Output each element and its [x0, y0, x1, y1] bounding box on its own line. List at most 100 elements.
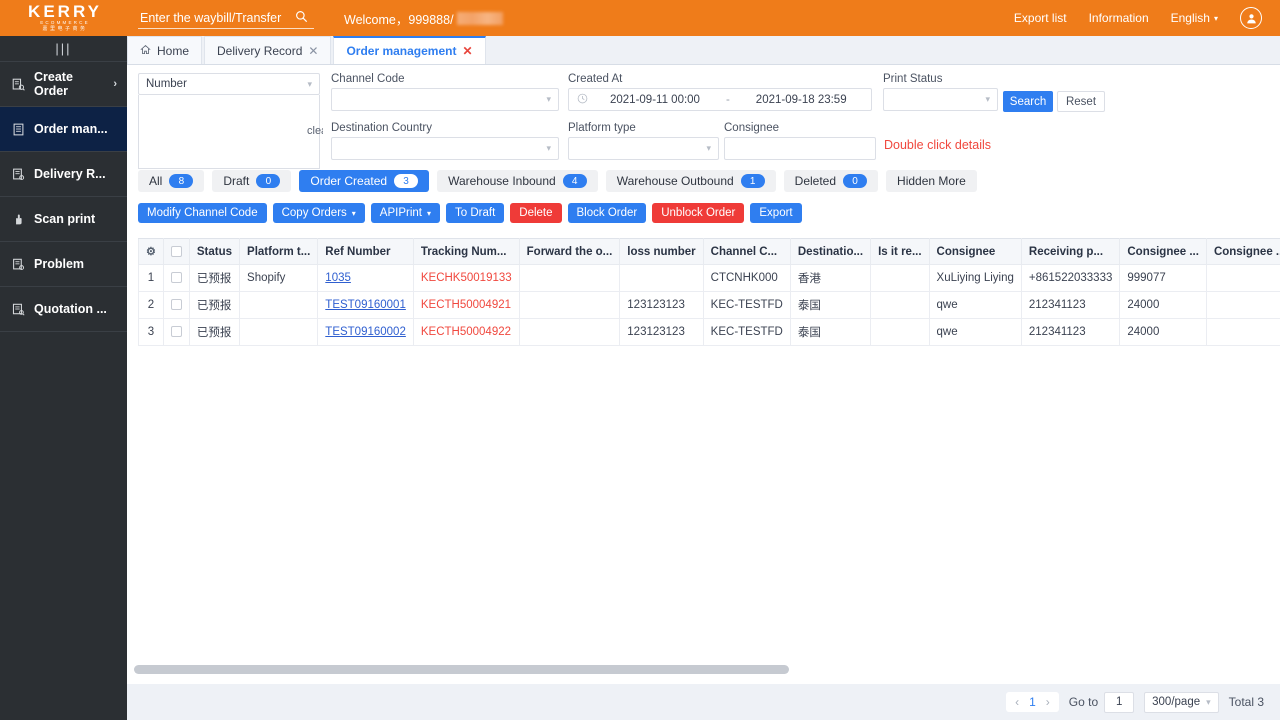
- row-select-cell[interactable]: [162, 291, 190, 319]
- column-header-receiving_phone[interactable]: Receiving p...: [1020, 238, 1121, 265]
- channel-code-select[interactable]: ▾: [331, 88, 559, 111]
- column-header-status[interactable]: Status: [188, 238, 241, 265]
- page-size-select[interactable]: 300/page ▾: [1144, 691, 1219, 713]
- status-tab-deleted[interactable]: Deleted 0: [783, 170, 879, 192]
- orders-table-container: ⚙ Status Platform t... Ref Number Tracking N…: [138, 238, 1280, 658]
- cell-ref_number: TEST09160001: [317, 291, 414, 319]
- sidebar-item-order-management-label: Order man...: [34, 122, 108, 136]
- redacted-username: [456, 11, 503, 25]
- row-checkbox[interactable]: [170, 326, 182, 338]
- export-button[interactable]: Export: [750, 203, 802, 223]
- modify-channel-code-button[interactable]: Modify Channel Code: [138, 203, 267, 223]
- chevron-left-icon[interactable]: ‹: [1015, 695, 1019, 709]
- print-status-select[interactable]: ▾: [883, 88, 998, 111]
- sidebar-item-order-management[interactable]: Order man...: [0, 107, 127, 152]
- ref-number-link[interactable]: TEST09160002: [325, 326, 406, 338]
- sidebar-item-create-order[interactable]: Create Order ›: [0, 62, 127, 107]
- horizontal-scrollbar[interactable]: [134, 663, 1280, 677]
- gear-icon[interactable]: ⚙: [146, 246, 156, 258]
- copy-orders-button[interactable]: Copy Orders ▾: [272, 203, 365, 223]
- column-header-consignee_3[interactable]: Consignee ...: [1205, 238, 1280, 265]
- scrollbar-thumb[interactable]: [134, 665, 789, 674]
- logo-chinese-text: 嘉里电子商务: [42, 25, 88, 32]
- column-header-platform_type[interactable]: Platform t...: [239, 238, 319, 265]
- sidebar-item-scan-print[interactable]: Scan print: [0, 197, 127, 242]
- waybill-search-input[interactable]: [138, 10, 288, 25]
- block-order-button[interactable]: Block Order: [567, 203, 647, 223]
- orders-table: ⚙ Status Platform t... Ref Number Tracking N…: [138, 238, 1280, 346]
- nav-export-list[interactable]: Export list: [1014, 11, 1067, 25]
- nav-information[interactable]: Information: [1089, 11, 1149, 25]
- search-button[interactable]: Search: [1003, 91, 1053, 112]
- column-header-consignee_2[interactable]: Consignee ...: [1119, 238, 1207, 265]
- destination-country-select[interactable]: ▾: [331, 137, 559, 160]
- created-at-daterange[interactable]: 2021-09-11 00:00 - 2021-09-18 23:59: [568, 88, 872, 111]
- daterange-separator: -: [725, 93, 730, 106]
- row-checkbox[interactable]: [170, 299, 182, 311]
- unblock-order-button[interactable]: Unblock Order: [652, 203, 745, 223]
- tab-home[interactable]: Home: [127, 36, 203, 64]
- cell-tracking_number: KECTH50004921: [412, 291, 520, 319]
- column-header-loss_number[interactable]: loss number: [619, 238, 704, 265]
- number-type-select[interactable]: Number ▾: [138, 73, 320, 95]
- close-icon[interactable]: ✕: [462, 44, 472, 58]
- sidebar-item-delivery-record[interactable]: Delivery R...: [0, 152, 127, 197]
- sidebar-item-quotation[interactable]: Quotation ...: [0, 287, 127, 332]
- cell-receiving_phone: 212341123: [1020, 318, 1121, 346]
- column-header-is_it_returned[interactable]: Is it re...: [870, 238, 930, 265]
- reset-button[interactable]: Reset: [1057, 91, 1105, 112]
- ref-number-link[interactable]: TEST09160001: [325, 299, 406, 311]
- column-header-destination[interactable]: Destinatio...: [789, 238, 872, 265]
- ref-number-link[interactable]: 1035: [325, 272, 351, 284]
- number-textarea[interactable]: [138, 95, 320, 169]
- table-header-row: ⚙ Status Platform t... Ref Number Tracking N…: [138, 238, 1280, 265]
- user-avatar-icon[interactable]: [1240, 7, 1262, 29]
- table-row[interactable]: 1 已预报 Shopify 1035 KECHK50019133 CTCNHK000 香港 X…: [138, 264, 1280, 292]
- waybill-search-box[interactable]: [138, 7, 314, 29]
- cell-forward_the_order: [518, 318, 621, 346]
- cell-channel_code: CTCNHK000: [702, 264, 791, 292]
- close-icon[interactable]: ✕: [308, 44, 318, 58]
- status-tab-all[interactable]: All 8: [138, 170, 205, 192]
- row-checkbox[interactable]: [170, 272, 182, 284]
- column-header-consignee[interactable]: Consignee: [928, 238, 1022, 265]
- status-tab-warehouse-inbound[interactable]: Warehouse Inbound 4: [437, 170, 598, 192]
- sidebar-item-problem[interactable]: Problem: [0, 242, 127, 287]
- tab-delivery-record[interactable]: Delivery Record ✕: [204, 36, 332, 64]
- column-header-channel_code[interactable]: Channel C...: [702, 238, 791, 265]
- select-all-checkbox[interactable]: [170, 245, 182, 257]
- platform-type-select[interactable]: ▾: [568, 137, 719, 160]
- nav-language-selector[interactable]: English ▾: [1171, 11, 1218, 25]
- cell-status: 已预报: [188, 291, 241, 319]
- to-draft-button[interactable]: To Draft: [446, 203, 505, 223]
- apiprint-button[interactable]: APIPrint ▾: [370, 203, 440, 223]
- row-select-cell[interactable]: [162, 264, 190, 292]
- status-tab-draft[interactable]: Draft 0: [212, 170, 292, 192]
- cell-consignee_3: [1205, 318, 1280, 346]
- column-header-ref_number[interactable]: Ref Number: [317, 238, 414, 265]
- tab-order-management[interactable]: Order management ✕: [333, 36, 486, 64]
- row-select-cell[interactable]: [162, 318, 190, 346]
- cell-is_it_returned: [870, 318, 930, 346]
- select-all-header[interactable]: [162, 238, 190, 265]
- table-row[interactable]: 3 已预报 TEST09160002 KECTH50004922 123123123 KE…: [138, 318, 1280, 346]
- column-header-forward_the_order[interactable]: Forward the o...: [518, 238, 621, 265]
- cell-receiving_phone: +861522033333: [1020, 264, 1121, 292]
- status-tab-hidden-more[interactable]: Hidden More: [886, 170, 977, 192]
- column-header-tracking_number[interactable]: Tracking Num...: [412, 238, 520, 265]
- status-tab-warehouse-outbound[interactable]: Warehouse Outbound 1: [605, 170, 776, 192]
- chevron-right-icon[interactable]: ›: [1046, 695, 1050, 709]
- goto-page-input[interactable]: 1: [1104, 691, 1135, 713]
- quotation-icon: [12, 303, 25, 316]
- action-button-bar: Modify Channel Code Copy Orders ▾ APIPrint ▾…: [138, 203, 802, 223]
- status-tab-order-created[interactable]: Order Created 3: [299, 170, 430, 192]
- order-management-icon: [12, 123, 25, 136]
- number-type-selected: Number: [146, 78, 187, 90]
- clear-link[interactable]: clear: [307, 125, 323, 137]
- consignee-input[interactable]: [724, 137, 876, 160]
- table-settings-header[interactable]: ⚙: [138, 238, 164, 265]
- delete-button[interactable]: Delete: [510, 203, 562, 223]
- page-number-1[interactable]: 1: [1029, 695, 1036, 709]
- table-row[interactable]: 2 已预报 TEST09160001 KECTH50004921 123123123 KE…: [138, 291, 1280, 319]
- sidebar-collapse-toggle[interactable]: |||: [0, 36, 127, 62]
